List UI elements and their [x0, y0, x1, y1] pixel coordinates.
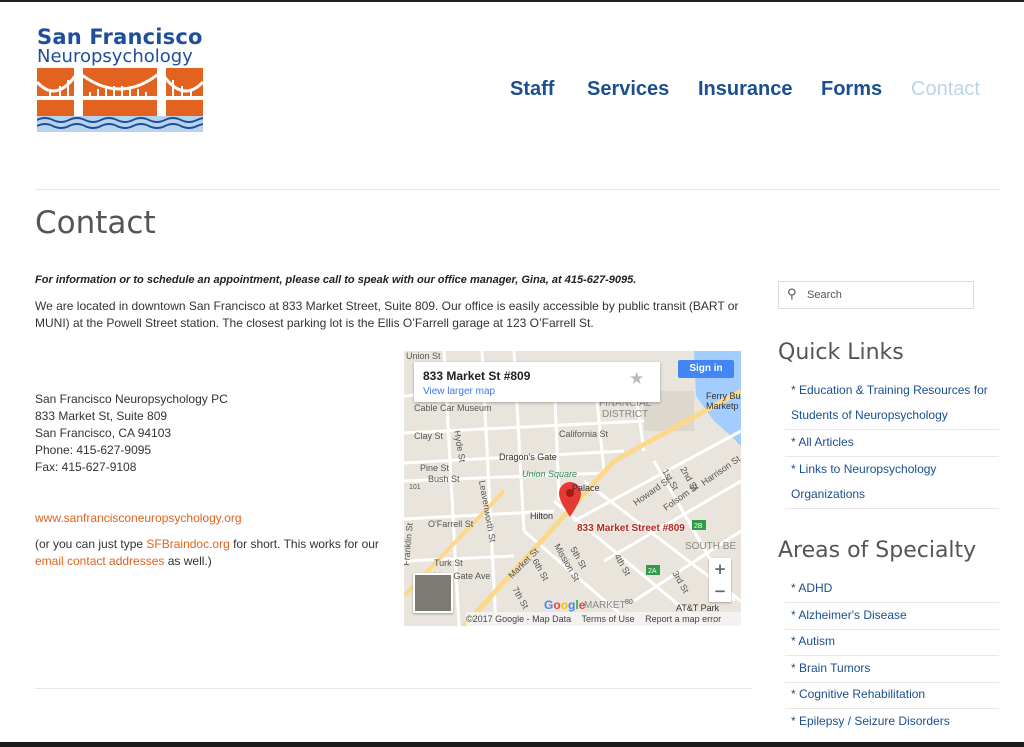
address-fax: Fax: 415-627-9108 [35, 460, 137, 474]
address-name: San Francisco Neuropsychology PC [35, 392, 228, 406]
satellite-view-toggle[interactable] [413, 573, 453, 613]
quick-link-all-articles[interactable]: * All Articles [791, 430, 999, 455]
map-label: Union St [406, 351, 441, 361]
nav-contact[interactable]: Contact [911, 78, 980, 101]
google-logo: Google [544, 598, 586, 612]
nav-staff[interactable]: Staff [510, 78, 554, 101]
map-label: Hilton [530, 511, 553, 521]
email-contact-link[interactable]: email contact addresses [35, 554, 164, 568]
footer-band [0, 742, 1024, 747]
map-label: 80 [625, 599, 633, 606]
logo-title-line2: Neuropsychology [37, 46, 193, 67]
map-label: Dragon's Gate [499, 452, 557, 462]
top-border [0, 0, 1024, 2]
map-terms-link[interactable]: Terms of Use [582, 614, 635, 624]
sidebar-divider [785, 508, 999, 509]
map-label: Marketp [706, 401, 739, 411]
nav-insurance[interactable]: Insurance [698, 78, 792, 101]
header-divider [35, 189, 1000, 190]
map-signin-button[interactable]: Sign in [678, 360, 734, 378]
map-copyright: ©2017 Google - Map Data [466, 614, 572, 624]
map-place-title: 833 Market St #809 [423, 369, 531, 383]
map-label: SOUTH BE [685, 541, 736, 552]
map-pin-label: 833 Market Street #809 [577, 523, 685, 534]
zoom-out-button[interactable]: − [709, 580, 731, 602]
star-icon[interactable]: ★ [629, 369, 644, 389]
note-text-before: (or you can just type [35, 537, 147, 551]
nav-services[interactable]: Services [587, 78, 669, 101]
office-address: San Francisco Neuropsychology PC 833 Mar… [35, 391, 228, 476]
map-label: MARKET [584, 600, 626, 611]
map-label: DISTRICT [602, 409, 648, 420]
specialty-heading: Areas of Specialty [778, 538, 977, 563]
website-link[interactable]: www.sanfrancisconeuropsychology.org [35, 511, 242, 525]
note-text-after: as well.) [164, 554, 212, 568]
map-label: Cable Car Museum [414, 403, 492, 413]
location-paragraph: We are located in downtown San Francisco… [35, 299, 739, 330]
specialty-alzheimers[interactable]: * Alzheimer's Disease [791, 603, 999, 628]
map-highway-2b: 2B [694, 523, 703, 530]
view-larger-map-link[interactable]: View larger map [423, 386, 495, 397]
note-text-middle: for short. This works for our [229, 537, 379, 551]
map-label: Turk St [434, 558, 463, 568]
address-street: 833 Market St, Suite 809 [35, 409, 168, 423]
map-label: Palace [572, 483, 600, 493]
map-zoom-control: + − [709, 558, 731, 602]
quick-link-organizations[interactable]: * Links to Neuropsychology Organizations [791, 457, 999, 507]
map-label: Bush St [428, 474, 460, 484]
specialty-brain-tumors[interactable]: * Brain Tumors [791, 656, 999, 681]
specialty-epilepsy[interactable]: * Epilepsy / Seizure Disorders [791, 709, 999, 734]
short-url-link[interactable]: SFBraindoc.org [146, 537, 229, 551]
quick-link-education[interactable]: * Education & Training Resources for Stu… [791, 378, 999, 428]
google-map[interactable]: 2B 2A Union St Cable Car Museum FINANCIA… [404, 351, 741, 626]
short-url-note: (or you can just type SFBraindoc.org for… [35, 536, 395, 570]
search-box: ⚲ [778, 281, 974, 309]
map-place-card: 833 Market St #809 View larger map ★ [414, 362, 660, 402]
map-report-link[interactable]: Report a map error [645, 614, 721, 624]
quick-links-heading: Quick Links [778, 340, 904, 365]
search-icon[interactable]: ⚲ [787, 287, 797, 302]
address-city: San Francisco, CA 94103 [35, 426, 172, 440]
appointment-note: For information or to schedule an appoin… [35, 274, 637, 286]
content-divider [35, 688, 752, 689]
zoom-in-button[interactable]: + [709, 558, 731, 580]
main-navigation: Staff Services Insurance Forms Contact [0, 78, 1024, 102]
address-phone: Phone: 415-627-9095 [35, 443, 152, 457]
map-label: California St [559, 429, 609, 439]
page-title: Contact [35, 205, 156, 241]
map-label: Ferry Bu [706, 391, 741, 401]
nav-forms[interactable]: Forms [821, 78, 882, 101]
map-label: O'Farrell St [428, 519, 474, 529]
map-label: Union Square [522, 469, 577, 479]
map-footer: ©2017 Google - Map Data Terms of Use Rep… [466, 612, 741, 626]
specialty-cognitive-rehab[interactable]: * Cognitive Rehabilitation [791, 682, 999, 707]
map-label: 101 [409, 484, 421, 491]
search-input[interactable] [807, 286, 967, 304]
map-label: Clay St [414, 431, 444, 441]
specialty-adhd[interactable]: * ADHD [791, 576, 999, 601]
map-label: Pine St [420, 463, 450, 473]
specialty-autism[interactable]: * Autism [791, 629, 999, 654]
map-highway-2a: 2A [648, 568, 657, 575]
